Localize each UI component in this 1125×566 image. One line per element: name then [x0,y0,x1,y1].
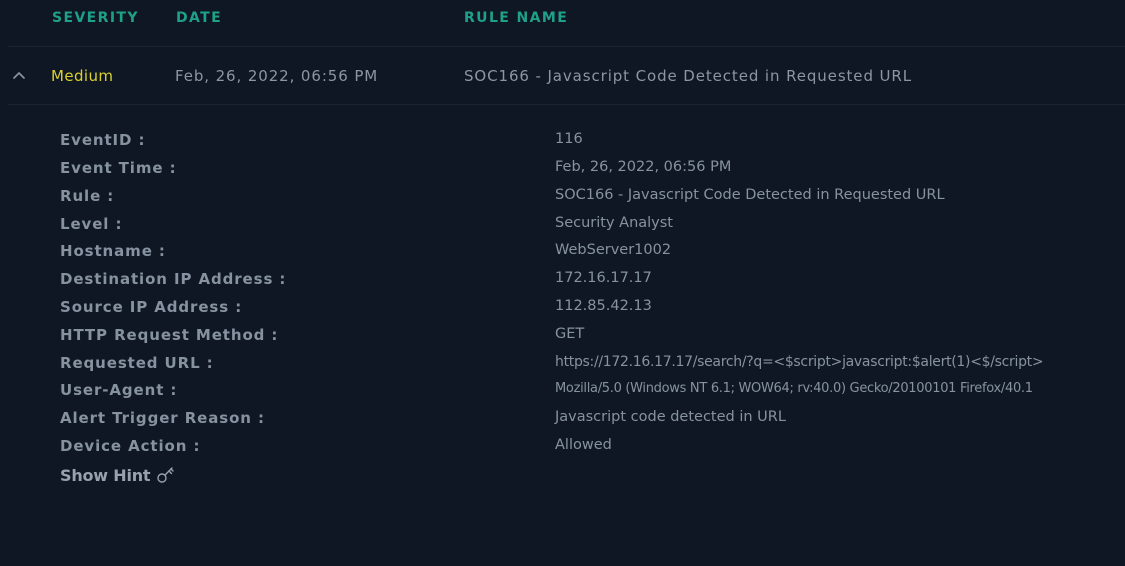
detail-label: Level : [60,215,123,233]
detail-row-event-time: Event Time : Feb, 26, 2022, 06:56 PM [0,159,1125,187]
chevron-up-icon[interactable] [13,67,25,79]
detail-label: Source IP Address : [60,298,243,316]
detail-row-level: Level : Security Analyst [0,215,1125,243]
detail-label: User-Agent : [60,381,178,399]
show-hint-button[interactable]: Show Hint [60,464,176,486]
detail-label: Device Action : [60,437,201,455]
detail-row-http-method: HTTP Request Method : GET [0,326,1125,354]
detail-label: Event Time : [60,159,177,177]
detail-label: Alert Trigger Reason : [60,409,265,427]
detail-value: Allowed [555,437,612,453]
alert-details: EventID : 116 Event Time : Feb, 26, 2022… [0,104,1125,504]
detail-row-hostname: Hostname : WebServer1002 [0,242,1125,270]
detail-row-source-ip: Source IP Address : 112.85.42.13 [0,298,1125,326]
header-severity[interactable]: SEVERITY [52,10,139,26]
detail-value: WebServer1002 [555,242,672,258]
detail-value: Javascript code detected in URL [555,409,786,425]
detail-value: SOC166 - Javascript Code Detected in Req… [555,187,945,203]
detail-label: EventID : [60,131,146,149]
show-hint-label: Show Hint [60,465,151,485]
detail-value: Security Analyst [555,215,673,231]
detail-value: 116 [555,131,583,147]
header-date[interactable]: DATE [176,10,222,26]
table-header: SEVERITY DATE RULE NAME [8,0,1125,47]
detail-value: 172.16.17.17 [555,270,652,286]
detail-row-device-action: Device Action : Allowed [0,437,1125,465]
alert-rule-name: SOC166 - Javascript Code Detected in Req… [464,67,912,85]
detail-row-trigger-reason: Alert Trigger Reason : Javascript code d… [0,409,1125,437]
alert-panel: SEVERITY DATE RULE NAME Medium Feb, 26, … [0,0,1125,566]
detail-value: GET [555,326,585,342]
detail-row-user-agent: User-Agent : Mozilla/5.0 (Windows NT 6.1… [0,381,1125,409]
detail-label: Destination IP Address : [60,270,287,288]
detail-row-event-id: EventID : 116 [0,131,1125,159]
detail-label: Hostname : [60,242,166,260]
severity-badge: Medium [51,67,114,85]
alert-row[interactable]: Medium Feb, 26, 2022, 06:56 PM SOC166 - … [8,47,1125,105]
detail-row-requested-url: Requested URL : https://172.16.17.17/sea… [0,354,1125,382]
detail-label: Rule : [60,187,115,205]
detail-value: https://172.16.17.17/search/?q=<$script>… [555,354,1044,370]
header-rule-name[interactable]: RULE NAME [464,10,568,26]
key-icon [156,465,176,485]
detail-value: Feb, 26, 2022, 06:56 PM [555,159,732,175]
detail-value: Mozilla/5.0 (Windows NT 6.1; WOW64; rv:4… [555,381,1033,396]
alert-date: Feb, 26, 2022, 06:56 PM [175,67,379,85]
detail-label: HTTP Request Method : [60,326,279,344]
detail-value: 112.85.42.13 [555,298,652,314]
detail-row-rule: Rule : SOC166 - Javascript Code Detected… [0,187,1125,215]
detail-label: Requested URL : [60,354,214,372]
detail-row-destination-ip: Destination IP Address : 172.16.17.17 [0,270,1125,298]
